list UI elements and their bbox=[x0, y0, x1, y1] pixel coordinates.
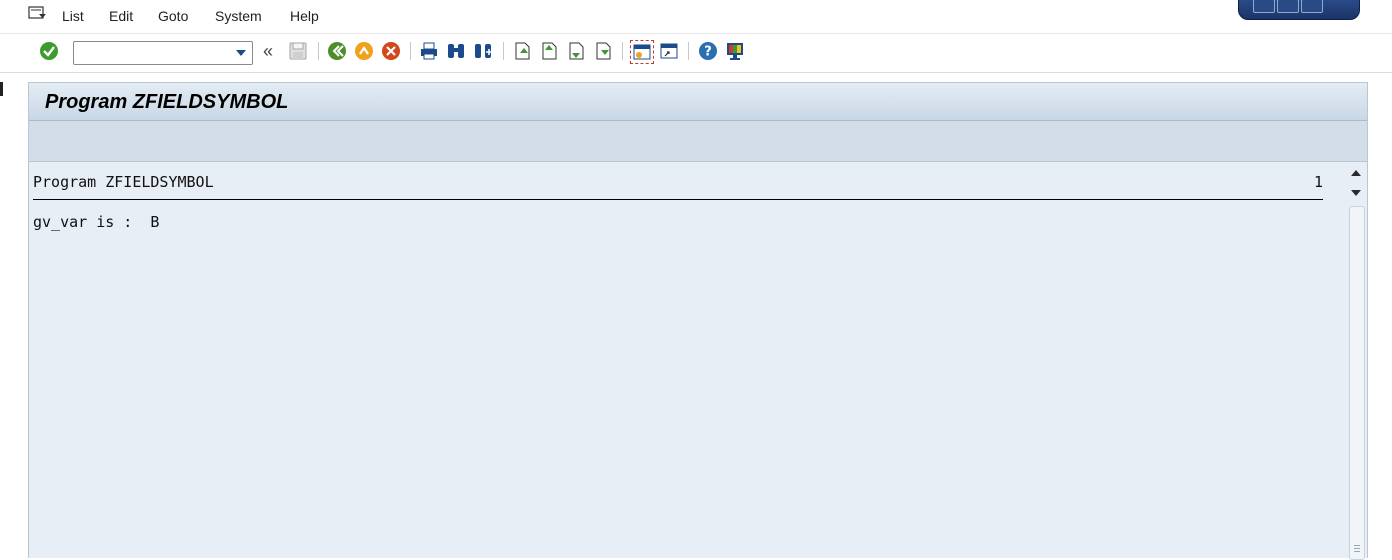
page-title: Program ZFIELDSYMBOL bbox=[45, 91, 289, 113]
menu-system[interactable]: System bbox=[215, 8, 262, 24]
scroll-down-icon[interactable] bbox=[1351, 190, 1361, 196]
minimize-button[interactable] bbox=[1253, 0, 1275, 13]
list-line: gv_var is : B bbox=[33, 213, 160, 231]
first-page-icon[interactable] bbox=[511, 40, 533, 62]
system-toolbar: « ? bbox=[0, 33, 1392, 73]
list-page-number: 1 bbox=[1314, 173, 1324, 191]
menu-goto[interactable]: Goto bbox=[158, 8, 188, 24]
toolbar-separator bbox=[688, 42, 689, 60]
save-icon[interactable] bbox=[287, 40, 309, 62]
scrollbar-track[interactable] bbox=[1349, 206, 1365, 560]
toolbar-separator bbox=[503, 42, 504, 60]
screen-panel: Program ZFIELDSYMBOL Program ZFIELDSYMBO… bbox=[28, 82, 1368, 560]
close-window-button[interactable] bbox=[1301, 0, 1323, 13]
scroll-grip-icon[interactable] bbox=[1354, 545, 1360, 553]
next-page-icon[interactable] bbox=[565, 40, 587, 62]
customize-layout-icon[interactable] bbox=[724, 40, 746, 62]
maximize-button[interactable] bbox=[1277, 0, 1299, 13]
command-input[interactable] bbox=[78, 42, 232, 64]
title-bar: Program ZFIELDSYMBOL bbox=[29, 83, 1367, 121]
command-field[interactable] bbox=[73, 41, 253, 65]
window-edge bbox=[0, 82, 3, 96]
back-icon[interactable] bbox=[326, 40, 348, 62]
find-icon[interactable] bbox=[445, 40, 467, 62]
cancel-icon[interactable] bbox=[380, 40, 402, 62]
vertical-scrollbar[interactable] bbox=[1347, 162, 1365, 560]
list-header-title: Program ZFIELDSYMBOL bbox=[33, 173, 214, 191]
application-toolbar bbox=[29, 121, 1367, 162]
double-chevron-icon[interactable]: « bbox=[263, 41, 273, 62]
help-icon[interactable]: ? bbox=[697, 40, 719, 62]
toolbar-separator bbox=[318, 42, 319, 60]
create-session-icon[interactable] bbox=[630, 40, 654, 64]
last-page-icon[interactable] bbox=[592, 40, 614, 62]
menu-help[interactable]: Help bbox=[290, 8, 319, 24]
enter-icon[interactable] bbox=[38, 40, 60, 62]
chevron-down-icon[interactable] bbox=[236, 50, 246, 56]
scroll-up-icon[interactable] bbox=[1351, 170, 1361, 176]
menu-dropdown-icon[interactable] bbox=[28, 5, 48, 21]
find-next-icon[interactable] bbox=[472, 40, 494, 62]
header-divider bbox=[33, 199, 1323, 200]
svg-text:?: ? bbox=[704, 45, 712, 60]
menu-list[interactable]: List bbox=[62, 8, 84, 24]
create-shortcut-icon[interactable] bbox=[658, 40, 680, 62]
previous-page-icon[interactable] bbox=[538, 40, 560, 62]
window-controls bbox=[1238, 0, 1360, 20]
print-icon[interactable] bbox=[418, 40, 440, 62]
exit-icon[interactable] bbox=[353, 40, 375, 62]
menu-edit[interactable]: Edit bbox=[109, 8, 133, 24]
list-output: Program ZFIELDSYMBOL 1 gv_var is : B bbox=[29, 162, 1345, 558]
toolbar-separator bbox=[410, 42, 411, 60]
toolbar-separator bbox=[622, 42, 623, 60]
menu-bar: List Edit Goto System Help bbox=[0, 0, 1392, 33]
